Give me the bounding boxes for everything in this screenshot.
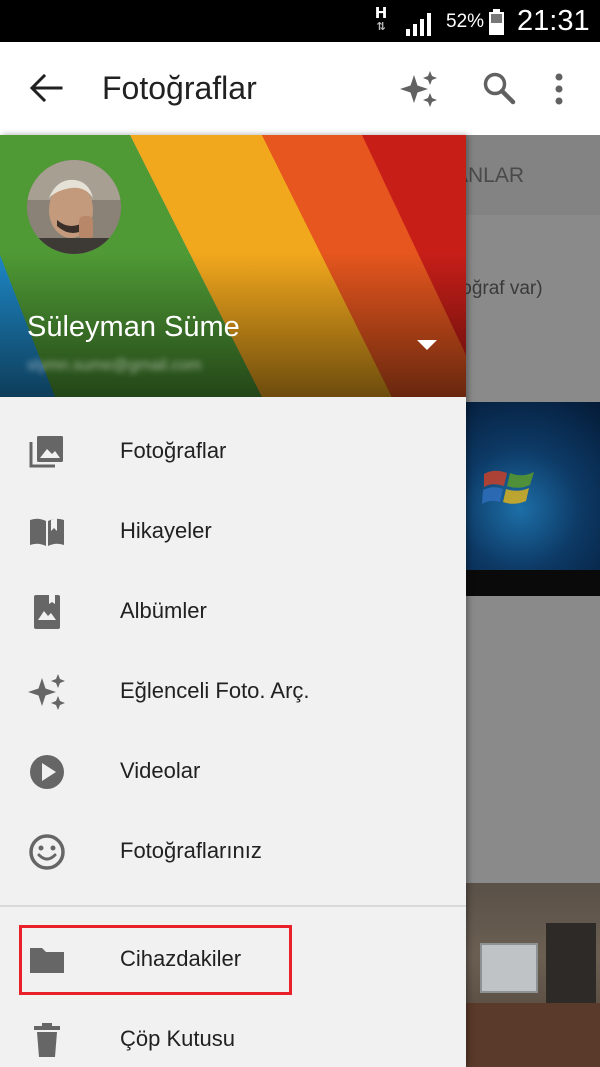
drawer-item-trash[interactable]: Çöp Kutusu: [0, 1000, 466, 1067]
albums-icon: [34, 595, 60, 629]
drawer-item-assistant[interactable]: Eğlenceli Foto. Arç.: [0, 652, 466, 732]
drawer-item-label: Fotoğraflar: [120, 438, 227, 463]
status-bar: H ⇅ 52% 21:31: [0, 0, 600, 42]
thumbnail-device: [546, 923, 596, 1003]
play-circle-icon: [30, 755, 64, 789]
windows-logo-image: [482, 470, 534, 504]
battery-percent: 52%: [446, 11, 485, 32]
app-bar: Fotoğraflar: [0, 42, 600, 135]
signal-icon: [406, 13, 431, 36]
drawer-item-label: Fotoğraflarınız: [120, 838, 262, 863]
background-content: ANLAR toğraf var): [466, 135, 600, 1067]
avatar[interactable]: [27, 160, 121, 254]
drawer-item-your-photos[interactable]: Fotoğraflarınız: [0, 812, 466, 892]
drawer-item-label: Videolar: [120, 758, 201, 783]
drawer-item-label: Çöp Kutusu: [120, 1026, 235, 1051]
photos-icon: [29, 436, 63, 468]
network-indicator: H ⇅: [372, 6, 390, 33]
account-email: slymn.sume@gmail.com: [27, 357, 202, 374]
drawer-item-stories[interactable]: Hikayeler: [0, 492, 466, 572]
background-photo-thumbnail: [466, 402, 600, 596]
drawer-header: Süleyman Süme slymn.sume@gmail.com: [0, 135, 466, 397]
background-tab-label: ANLAR: [466, 164, 525, 187]
trash-icon: [34, 1023, 60, 1057]
avatar-photo: [27, 160, 121, 254]
drawer-item-label: Hikayeler: [120, 518, 212, 543]
account-dropdown-icon[interactable]: [416, 338, 438, 352]
background-photo-thumbnail: [466, 883, 600, 1067]
thumbnail-device: [480, 943, 538, 993]
drawer-item-label: Eğlenceli Foto. Arç.: [120, 678, 310, 703]
search-icon[interactable]: [482, 71, 516, 105]
drawer-item-videos[interactable]: Videolar: [0, 732, 466, 812]
clock: 21:31: [517, 5, 590, 37]
thumbnail-taskbar: [466, 570, 600, 596]
assistant-sparkle-icon: [28, 674, 65, 710]
drawer-item-photos[interactable]: Fotoğraflar: [0, 412, 466, 492]
background-tab-row: ANLAR: [466, 135, 600, 215]
background-photo-count: toğraf var): [466, 278, 543, 299]
smiley-face-icon: [29, 834, 65, 870]
assistant-sparkle-icon[interactable]: [399, 69, 439, 109]
highlight-box: [19, 925, 292, 995]
drawer-item-label: Albümler: [120, 598, 207, 623]
back-arrow-icon[interactable]: [28, 70, 64, 106]
account-name: Süleyman Süme: [27, 311, 240, 343]
stories-icon: [30, 518, 64, 546]
thumbnail-table: [466, 1003, 600, 1067]
battery-icon: [489, 9, 504, 35]
page-title: Fotoğraflar: [102, 70, 257, 106]
drawer-item-albums[interactable]: Albümler: [0, 572, 466, 652]
more-options-icon[interactable]: [549, 72, 569, 106]
navigation-drawer: Süleyman Süme slymn.sume@gmail.com Fotoğ…: [0, 135, 466, 1067]
drawer-divider: [0, 905, 466, 907]
data-arrows-icon: ⇅: [376, 20, 386, 33]
